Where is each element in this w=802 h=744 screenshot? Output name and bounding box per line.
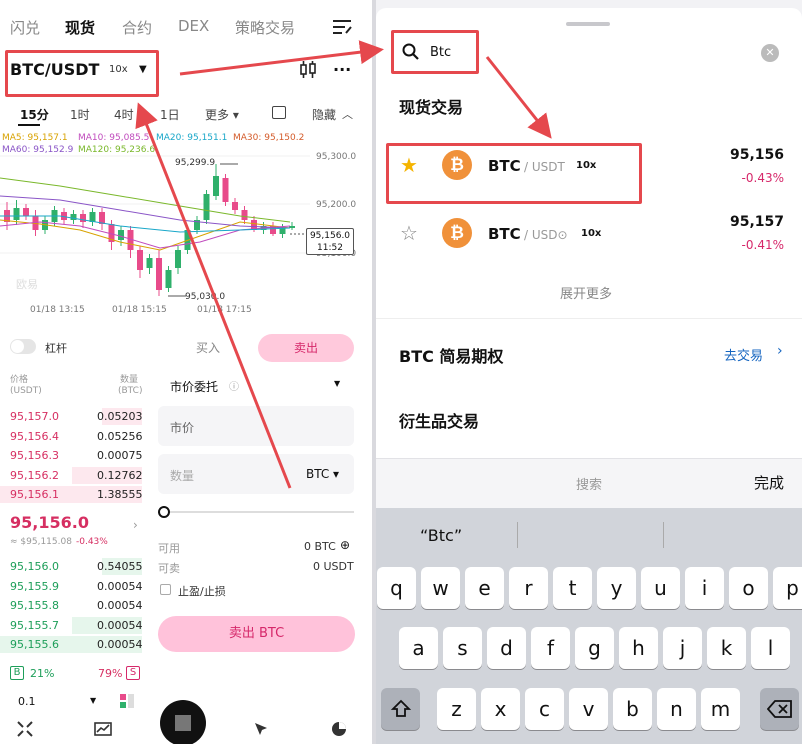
annotation-arrows xyxy=(135,40,552,489)
